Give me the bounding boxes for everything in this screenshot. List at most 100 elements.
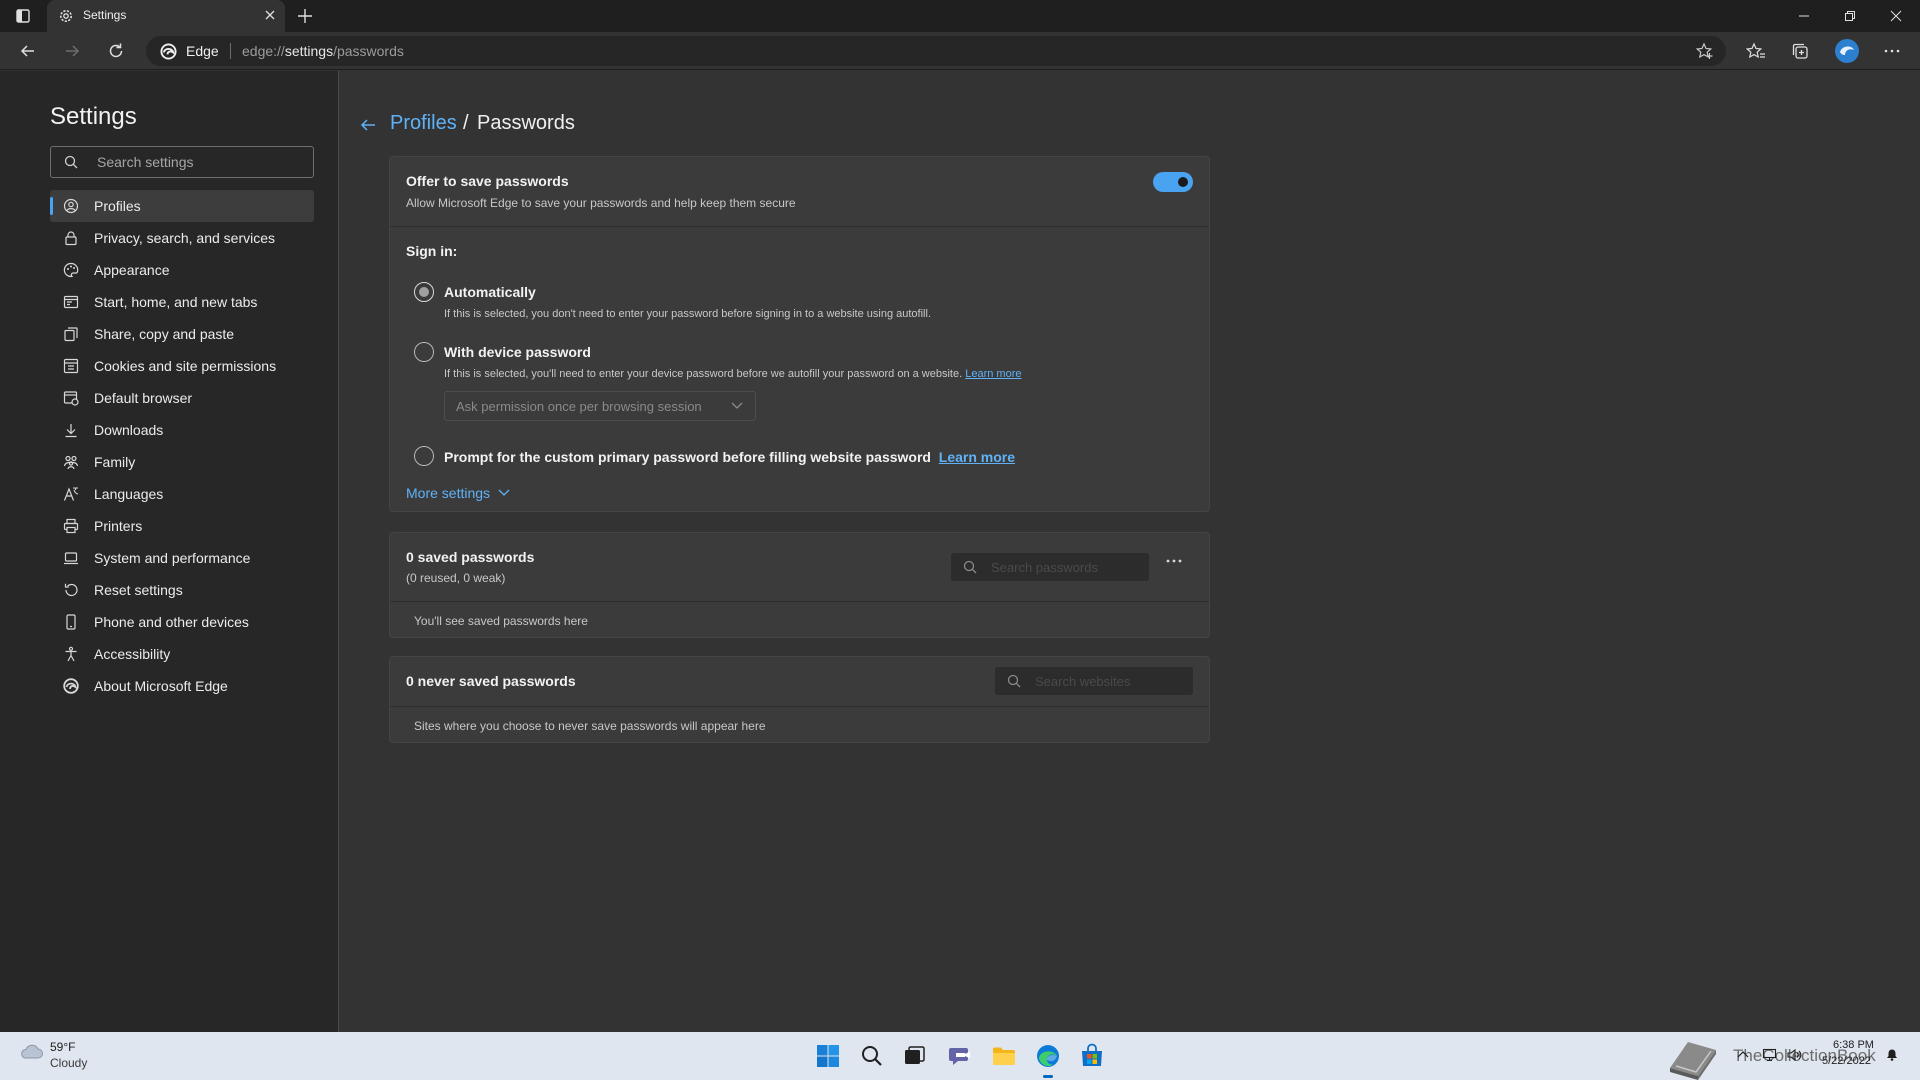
card-divider (390, 706, 1209, 707)
weather-condition: Cloudy (50, 1056, 88, 1070)
sidebar-item-label: Profiles (94, 198, 141, 214)
close-window-icon[interactable] (1888, 8, 1904, 24)
search-icon (1007, 674, 1021, 688)
search-settings-box[interactable] (50, 146, 314, 178)
option-automatically-description: If this is selected, you don't need to e… (444, 308, 931, 320)
phone-icon (66, 614, 76, 630)
search-icon (64, 155, 78, 169)
more-actions-icon[interactable] (1165, 558, 1183, 564)
volume-icon[interactable] (1786, 1048, 1802, 1062)
weather-temperature[interactable]: 59°F (50, 1040, 75, 1054)
sidebar-item-label: Reset settings (94, 582, 183, 598)
chevron-up-icon[interactable] (1736, 1048, 1750, 1062)
radio-automatically[interactable] (414, 282, 434, 302)
sidebar-item-appearance[interactable]: Appearance (50, 254, 314, 286)
more-settings-label: More settings (406, 485, 491, 501)
minimize-icon[interactable] (1796, 8, 1812, 24)
more-settings-link[interactable]: More settings (406, 485, 510, 501)
option-automatically-title: Automatically (444, 284, 536, 300)
more-options-icon[interactable] (1882, 41, 1902, 61)
sidebar-item-printers[interactable]: Printers (50, 510, 314, 542)
profile-avatar-icon[interactable] (1834, 38, 1860, 64)
collections-icon[interactable] (1790, 41, 1810, 61)
sidebar-item-family[interactable]: Family (50, 446, 314, 478)
search-passwords-box[interactable] (951, 553, 1149, 581)
offer-save-toggle[interactable] (1153, 172, 1193, 192)
cloud-icon[interactable] (18, 1041, 44, 1061)
sidebar-item-label: Default browser (94, 390, 193, 406)
sidebar-item-about[interactable]: About Microsoft Edge (50, 670, 314, 702)
search-websites-input[interactable] (1033, 672, 1183, 690)
sidebar-item-accessibility[interactable]: Accessibility (50, 638, 314, 670)
notification-icon[interactable] (1884, 1046, 1900, 1062)
saved-passwords-title: 0 saved passwords (406, 549, 535, 565)
teams-chat-icon[interactable] (946, 1042, 974, 1070)
back-icon[interactable] (18, 41, 38, 61)
sidebar-item-label: Printers (94, 518, 143, 534)
favorites-icon[interactable] (1746, 41, 1766, 61)
sidebar-item-profiles[interactable]: Profiles (50, 190, 314, 222)
sidebar-item-label: Accessibility (94, 646, 171, 662)
radio-device-password[interactable] (414, 342, 434, 362)
dropdown-value: Ask permission once per browsing session (456, 399, 702, 414)
saved-passwords-card: 0 saved passwords (0 reused, 0 weak) You… (389, 532, 1210, 638)
edge-taskbar-icon[interactable] (1034, 1042, 1062, 1078)
download-icon (65, 424, 77, 438)
option-custom-password-title: Prompt for the custom primary password b… (444, 449, 1016, 465)
card-divider (390, 601, 1209, 602)
restore-icon[interactable] (1842, 8, 1858, 24)
sign-in-label: Sign in: (406, 243, 458, 259)
tab-settings[interactable]: Settings (47, 0, 285, 32)
omnibox-separator (230, 43, 231, 59)
refresh-icon[interactable] (106, 41, 126, 61)
file-explorer-icon[interactable] (990, 1042, 1018, 1070)
tab-title: Settings (83, 8, 127, 22)
chevron-down-icon (731, 402, 743, 410)
sidebar-item-cookies[interactable]: Cookies and site permissions (50, 350, 314, 382)
share-icon (64, 327, 78, 342)
search-settings-input[interactable] (95, 153, 305, 171)
breadcrumb-profiles-link[interactable]: Profiles (390, 112, 457, 135)
laptop-icon (64, 552, 78, 565)
device-password-dropdown[interactable]: Ask permission once per browsing session (444, 391, 756, 421)
learn-more-link[interactable]: Learn more (965, 368, 1021, 380)
add-favorite-icon[interactable] (1696, 42, 1714, 60)
option-device-password-description: If this is selected, you'll need to ente… (444, 368, 1022, 380)
page-title: Passwords (477, 112, 575, 134)
radio-custom-primary-password[interactable] (414, 446, 434, 466)
sidebar-item-start-home[interactable]: Start, home, and new tabs (50, 286, 314, 318)
tab-actions-icon[interactable] (12, 7, 34, 25)
back-arrow-icon[interactable] (358, 115, 378, 135)
language-icon (63, 487, 79, 501)
sidebar-item-label: Privacy, search, and services (94, 230, 276, 246)
new-tab-icon[interactable] (295, 6, 315, 26)
search-websites-box[interactable] (995, 667, 1193, 695)
sidebar-item-privacy[interactable]: Privacy, search, and services (50, 222, 314, 254)
search-passwords-input[interactable] (989, 558, 1139, 576)
clock-date[interactable]: 5/22/2022 (1822, 1055, 1871, 1067)
clock-time[interactable]: 6:38 PM (1833, 1039, 1874, 1051)
microsoft-store-icon[interactable] (1078, 1042, 1106, 1070)
sidebar-item-downloads[interactable]: Downloads (50, 414, 314, 446)
sidebar-item-default-browser[interactable]: Default browser (50, 382, 314, 414)
learn-more-link-2[interactable]: Learn more (939, 449, 1015, 465)
close-tab-icon[interactable] (263, 8, 277, 22)
windows-start-icon[interactable] (814, 1042, 842, 1070)
never-saved-empty: Sites where you choose to never save pas… (414, 719, 766, 733)
forward-icon[interactable] (62, 41, 82, 61)
chevron-down-icon (498, 489, 510, 497)
sidebar-item-label: System and performance (94, 550, 251, 566)
sidebar-item-reset[interactable]: Reset settings (50, 574, 314, 606)
sidebar-item-system[interactable]: System and performance (50, 542, 314, 574)
card-divider (390, 226, 1209, 227)
reset-icon (64, 583, 78, 597)
sidebar-item-languages[interactable]: Languages (50, 478, 314, 510)
address-bar[interactable]: Edge edge://settings/passwords (146, 36, 1726, 66)
task-view-icon[interactable] (900, 1042, 928, 1070)
sidebar-item-phone[interactable]: Phone and other devices (50, 606, 314, 638)
search-taskbar-icon[interactable] (858, 1042, 886, 1070)
display-icon[interactable] (1762, 1048, 1778, 1062)
sidebar-item-share[interactable]: Share, copy and paste (50, 318, 314, 350)
sidebar-item-label: Downloads (94, 422, 164, 438)
book-logo-icon (1664, 1036, 1722, 1080)
